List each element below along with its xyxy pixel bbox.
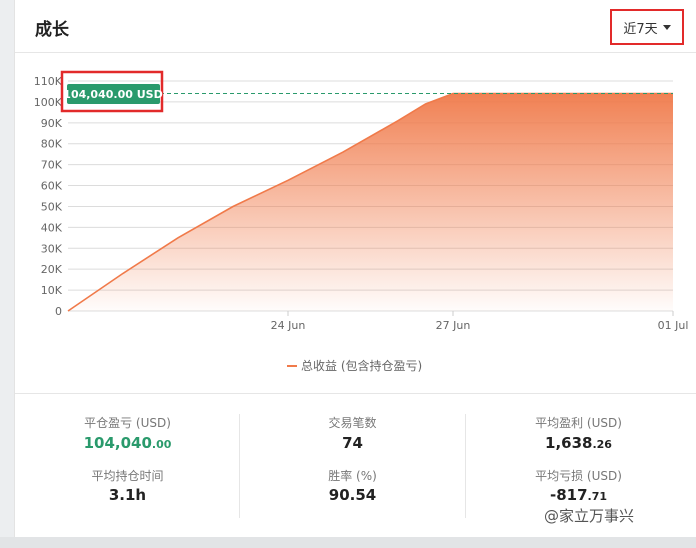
y-tick-label: 40K [41,221,63,234]
avg-hold-label: 平均持仓时间 [91,469,164,483]
avg-profit-frac: .26 [592,438,612,451]
y-tick-label: 100K [34,96,63,109]
avg-loss-frac: .71 [587,490,608,503]
growth-chart: 0 10K 20K 30K 40K 50K 60K 70K 80K 90K 100K 110K 24 … [15,53,696,393]
stats-col-2: 交易笔数 74 胜率 (%) 90.54 [240,394,465,538]
avg-loss-label: 平均亏损 (USD) [535,469,622,483]
card-header: 成长 近7天 [15,0,696,53]
closed-pnl-int: 104,040 [83,434,152,452]
y-tick-label: 10K [41,284,63,297]
y-tick-label: 70K [41,159,63,172]
avg-loss-int: -817 [549,486,588,504]
current-value-text: 104,040.00 USD [63,88,162,101]
y-tick-label: 0 [55,305,62,318]
stats-col-1: 平仓盈亏 (USD) 104,040.00 平均持仓时间 3.1h [15,394,240,538]
x-tick-label: 24 Jun [271,319,306,332]
time-range-dropdown[interactable]: 近7天 [610,9,684,45]
avg-profit-int: 1,638 [545,434,593,452]
y-tick-label: 20K [41,263,63,276]
closed-pnl-value: 104,040.00 [15,434,240,452]
trades-label: 交易笔数 [328,416,377,430]
avg-loss-value: -817.71 [466,486,691,504]
series-area [68,93,673,311]
y-tick-label: 90K [41,117,63,130]
y-tick-label: 50K [41,200,63,213]
y-tick-label: 60K [41,180,63,193]
growth-card: 成长 近7天 0 10K 20K 30K 40K 50K 60K 70K 80K 90K 100K 1… [14,0,696,537]
time-range-label: 近7天 [623,21,658,37]
legend-swatch [287,364,297,367]
watermark: @家立万事兴 [544,507,635,525]
y-tick-label: 110K [34,75,63,88]
card-title: 成长 [35,20,69,40]
bottom-band [0,537,696,548]
chart-legend[interactable]: 总收益 (包含持仓盈亏) [287,357,422,374]
x-tick-label: 01 Jul [658,319,689,332]
closed-pnl-label: 平仓盈亏 (USD) [84,416,171,430]
legend-label: 总收益 (包含持仓盈亏) [301,359,423,373]
win-rate-value: 90.54 [328,486,377,504]
avg-profit-value: 1,638.26 [466,434,691,452]
avg-profit-label: 平均盈利 (USD) [535,416,622,430]
win-rate-label: 胜率 (%) [328,469,377,483]
trades-value: 74 [342,434,363,452]
x-tick-label: 27 Jun [436,319,471,332]
caret-down-icon [662,24,671,30]
avg-hold-value: 3.1h [108,486,147,504]
y-tick-label: 30K [41,242,63,255]
closed-pnl-frac: .00 [151,438,172,451]
y-tick-label: 80K [41,138,63,151]
chart-svg: 0 10K 20K 30K 40K 50K 60K 70K 80K 90K 100K 110K 24 … [34,70,689,332]
